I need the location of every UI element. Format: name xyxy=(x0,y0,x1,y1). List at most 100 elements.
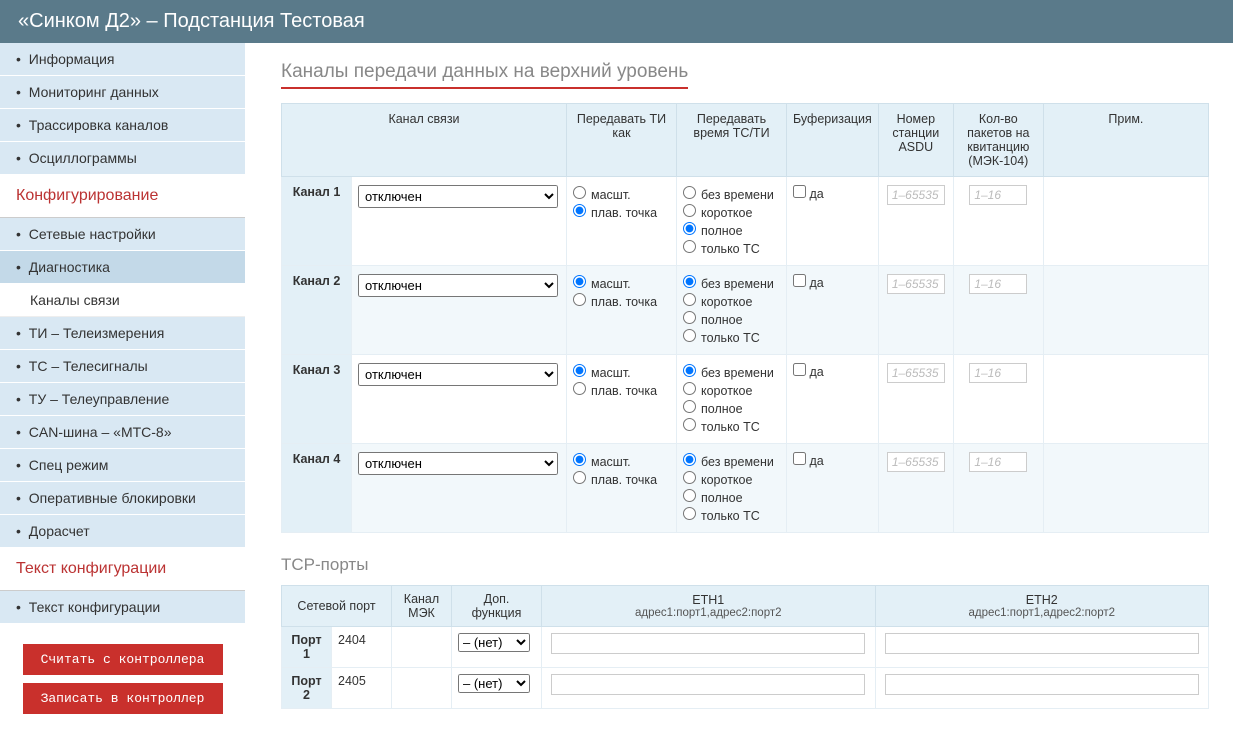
channel-type-select[interactable]: отключен xyxy=(358,363,558,386)
nav-recalc[interactable]: Дорасчет xyxy=(0,515,245,548)
time-full-radio[interactable]: полное xyxy=(683,221,780,239)
nav-channels[interactable]: Каналы связи xyxy=(0,284,245,317)
channel-type-select[interactable]: отключен xyxy=(358,452,558,475)
time-short-radio[interactable]: короткое xyxy=(683,470,780,488)
nav-blocks[interactable]: Оперативные блокировки xyxy=(0,482,245,515)
app-header: «Синком Д2» – Подстанция Тестовая xyxy=(0,0,1233,43)
note-cell xyxy=(1043,444,1208,533)
ti-scale-radio[interactable]: масшт. xyxy=(573,363,670,381)
time-full-radio[interactable]: полное xyxy=(683,310,780,328)
time-none-radio[interactable]: без времени xyxy=(683,185,780,203)
ti-float-radio[interactable]: плав. точка xyxy=(573,381,670,399)
eth2-input[interactable] xyxy=(885,674,1199,695)
buffer-checkbox[interactable]: да xyxy=(793,276,824,290)
tcp-port-number: 2404 xyxy=(332,627,392,668)
eth2-input[interactable] xyxy=(885,633,1199,654)
addfn-select[interactable]: – (нет) xyxy=(458,633,530,652)
channels-table: Канал связи Передавать ТИ как Передавать… xyxy=(281,103,1209,533)
nav-ts[interactable]: ТС – Телесигналы xyxy=(0,350,245,383)
note-cell xyxy=(1043,355,1208,444)
nav-spec[interactable]: Спец режим xyxy=(0,449,245,482)
sidebar: Информация Мониторинг данных Трассировка… xyxy=(0,43,245,734)
nav-network[interactable]: Сетевые настройки xyxy=(0,218,245,251)
th-iec: Канал МЭК xyxy=(392,586,452,627)
note-cell xyxy=(1043,266,1208,355)
tcp-section-title: TCP-порты xyxy=(281,555,1209,575)
nav-info[interactable]: Информация xyxy=(0,43,245,76)
note-cell xyxy=(1043,177,1208,266)
th-channel: Канал связи xyxy=(282,104,567,177)
nav-ti[interactable]: ТИ – Телеизмерения xyxy=(0,317,245,350)
tcp-port-name: Порт 2 xyxy=(282,668,332,709)
asdu-input[interactable] xyxy=(887,363,945,383)
nav-header-config: Конфигурирование xyxy=(0,175,245,218)
buffer-checkbox[interactable]: да xyxy=(793,187,824,201)
nav-tu[interactable]: ТУ – Телеуправление xyxy=(0,383,245,416)
th-buf: Буферизация xyxy=(787,104,879,177)
eth1-input[interactable] xyxy=(551,633,865,654)
time-short-radio[interactable]: короткое xyxy=(683,292,780,310)
ti-scale-radio[interactable]: масшт. xyxy=(573,274,670,292)
time-tc-radio[interactable]: только ТС xyxy=(683,417,780,435)
time-short-radio[interactable]: короткое xyxy=(683,203,780,221)
tcp-row: Порт 22405 – (нет) xyxy=(282,668,1209,709)
nav-monitoring[interactable]: Мониторинг данных xyxy=(0,76,245,109)
nav-can[interactable]: CAN-шина – «МТС-8» xyxy=(0,416,245,449)
channel-row: Канал 1отключенмасшт.плав. точкабез врем… xyxy=(282,177,1209,266)
time-short-radio[interactable]: короткое xyxy=(683,381,780,399)
ti-float-radio[interactable]: плав. точка xyxy=(573,470,670,488)
nav-osc[interactable]: Осциллограммы xyxy=(0,142,245,175)
tcp-row: Порт 12404 – (нет) xyxy=(282,627,1209,668)
time-full-radio[interactable]: полное xyxy=(683,488,780,506)
th-ti: Передавать ТИ как xyxy=(567,104,677,177)
tcp-port-number: 2405 xyxy=(332,668,392,709)
time-tc-radio[interactable]: только ТС xyxy=(683,328,780,346)
page-title: Каналы передачи данных на верхний уровен… xyxy=(281,61,688,89)
channel-type-select[interactable]: отключен xyxy=(358,274,558,297)
ti-float-radio[interactable]: плав. точка xyxy=(573,292,670,310)
asdu-input[interactable] xyxy=(887,185,945,205)
th-netport: Сетевой порт xyxy=(282,586,392,627)
channel-name: Канал 3 xyxy=(282,355,352,444)
nav-header-text: Текст конфигурации xyxy=(0,548,245,591)
ti-scale-radio[interactable]: масшт. xyxy=(573,185,670,203)
ti-scale-radio[interactable]: масшт. xyxy=(573,452,670,470)
main-content: Каналы передачи данных на верхний уровен… xyxy=(245,43,1233,734)
th-time: Передавать время ТС/ТИ xyxy=(677,104,787,177)
nav-text-config[interactable]: Текст конфигурации xyxy=(0,591,245,624)
buffer-checkbox[interactable]: да xyxy=(793,454,824,468)
read-controller-button[interactable]: Считать с контроллера xyxy=(23,644,223,675)
time-tc-radio[interactable]: только ТС xyxy=(683,506,780,524)
packets-input[interactable] xyxy=(969,274,1027,294)
channel-name: Канал 2 xyxy=(282,266,352,355)
time-none-radio[interactable]: без времени xyxy=(683,363,780,381)
tcp-table: Сетевой порт Канал МЭК Доп. функция ETH1… xyxy=(281,585,1209,709)
channel-type-select[interactable]: отключен xyxy=(358,185,558,208)
time-none-radio[interactable]: без времени xyxy=(683,452,780,470)
packets-input[interactable] xyxy=(969,363,1027,383)
channel-name: Канал 4 xyxy=(282,444,352,533)
th-addfn: Доп. функция xyxy=(452,586,542,627)
packets-input[interactable] xyxy=(969,452,1027,472)
app-title: «Синком Д2» – Подстанция Тестовая xyxy=(18,10,365,32)
channel-row: Канал 2 отключен масшт.плав. точка без врем… xyxy=(282,266,1209,355)
tcp-port-name: Порт 1 xyxy=(282,627,332,668)
buffer-checkbox[interactable]: да xyxy=(793,365,824,379)
nav-diag[interactable]: Диагностика xyxy=(0,251,245,284)
packets-input[interactable] xyxy=(969,185,1027,205)
th-asdu: Номер станции ASDU xyxy=(878,104,953,177)
th-eth2: ETH2 адрес1:порт1,адрес2:порт2 xyxy=(875,586,1209,627)
th-eth1: ETH1 адрес1:порт1,адрес2:порт2 xyxy=(542,586,876,627)
channel-row: Канал 4 отключен масшт.плав. точка без врем… xyxy=(282,444,1209,533)
write-controller-button[interactable]: Записать в контроллер xyxy=(23,683,223,714)
addfn-select[interactable]: – (нет) xyxy=(458,674,530,693)
nav-tracing[interactable]: Трассировка каналов xyxy=(0,109,245,142)
asdu-input[interactable] xyxy=(887,452,945,472)
ti-float-radio[interactable]: плав. точка xyxy=(573,203,670,221)
time-full-radio[interactable]: полное xyxy=(683,399,780,417)
eth1-input[interactable] xyxy=(551,674,865,695)
time-tc-radio[interactable]: только ТС xyxy=(683,239,780,257)
th-note: Прим. xyxy=(1043,104,1208,177)
asdu-input[interactable] xyxy=(887,274,945,294)
time-none-radio[interactable]: без времени xyxy=(683,274,780,292)
